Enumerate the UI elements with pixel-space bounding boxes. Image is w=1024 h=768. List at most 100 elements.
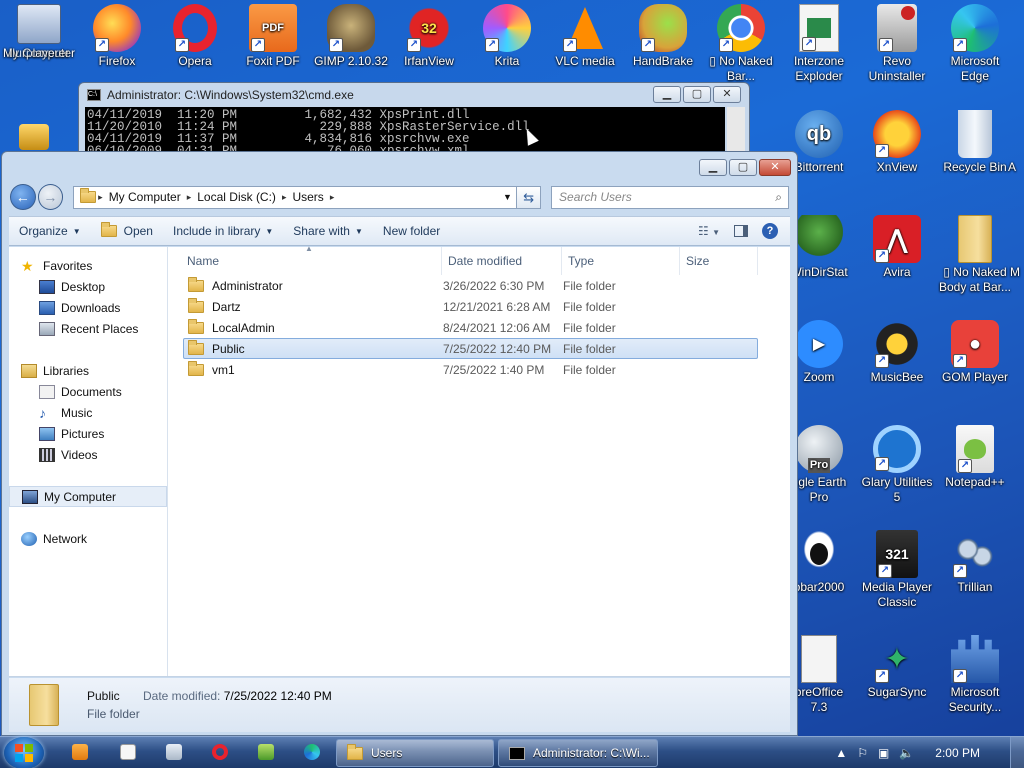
search-input[interactable]: Search Users ⌕ [551,185,789,209]
desktop-icon-my-computer[interactable]: My Computer IIurplayerer [0,4,78,61]
nav-downloads[interactable]: Downloads [9,297,167,318]
flag-notification-icon[interactable]: ⚐ [857,746,868,760]
file-row[interactable]: LocalAdmin 8/24/2021 12:06 AM File folder [183,317,758,338]
document-pin-icon[interactable] [166,744,182,760]
show-desktop-button[interactable] [1010,737,1024,768]
pin-app-icon[interactable] [258,744,274,760]
file-row[interactable]: Administrator 3/26/2022 6:30 PM File folde… [183,275,758,296]
firefox-icon: ↗ [93,4,141,52]
folder-icon [188,360,204,376]
desktop-icon-avira[interactable]: ⋀ ↗ Avira [858,215,936,280]
minimize-button[interactable]: ▁ [699,159,727,176]
gom-player-icon: ● ↗ [951,320,999,368]
close-button[interactable]: ✕ [759,159,791,176]
desktop-icon-handbrake[interactable]: ↗ HandBrake [624,4,702,69]
desktop-icon-trillian[interactable]: ↗ Trillian [936,530,1014,595]
document-icon: ↗ [799,4,839,52]
desktop-icon-firefox[interactable]: ↗ Firefox [78,4,156,69]
explorer-window[interactable]: ▁ ▢ ✕ ← → ▸ My Computer ▸ Local Disk (C:… [1,151,798,736]
chevron-down-icon: ▼ [265,226,274,236]
desktop-icon-media-player-classic[interactable]: 321 ↗ Media Player Classic [858,530,936,610]
downloads-icon [39,300,55,315]
desktop-icon-musicbee[interactable]: ↗ MusicBee [858,320,936,385]
desktop-icon-foxit-pdf[interactable]: PDF ↗ Foxit PDF [234,4,312,69]
file-type: File folder [563,341,616,356]
taskbar-cmd[interactable]: Administrator: C:\Wi... [498,739,658,767]
nav-network[interactable]: Network [9,528,167,549]
nav-libraries[interactable]: Libraries [9,360,167,381]
desktop-icon-opera[interactable]: ↗ Opera [156,4,234,69]
nav-music[interactable]: ♪ Music [9,402,167,423]
desktop-icon-label: Classic [877,595,917,609]
refresh-button[interactable]: ⇆ [517,185,542,209]
desktop-icon-chrome[interactable]: ↗ ▯ No Naked Bar... [702,4,780,84]
close-button[interactable]: ✕ [713,86,741,103]
cmd-window[interactable]: C:\ Administrator: C:\Windows\System32\c… [78,82,750,160]
desktop-icon-sugarsync[interactable]: ✦ ↗ SugarSync [858,635,936,700]
desktop-icon-notepad-plus[interactable]: ↗ Notepad++ [936,425,1014,490]
desktop-icon-cut-a[interactable]: A [1000,110,1024,175]
preview-pane-icon[interactable] [734,225,748,237]
desktop-icon-revo[interactable]: ↗ Revo Uninstaller [858,4,936,84]
address-bar[interactable]: ▸ My Computer ▸ Local Disk (C:) ▸ Users … [73,185,518,209]
minimize-button[interactable]: ▁ [653,86,681,103]
organize-button[interactable]: Organize ▼ [9,224,91,238]
nav-pictures[interactable]: Pictures [9,423,167,444]
maximize-button[interactable]: ▢ [729,159,757,176]
chevron-down-icon[interactable]: ▼ [498,192,516,202]
volume-icon[interactable]: 🔈 [899,746,914,760]
desktop-icon-interzone[interactable]: ↗ Interzone Exploder [780,4,858,84]
open-button[interactable]: Open [91,222,163,238]
desktop-icon-vlc[interactable]: ↗ VLC media [546,4,624,69]
share-with-button[interactable]: Share with ▼ [283,224,373,238]
new-folder-button[interactable]: New folder [373,224,450,238]
column-size[interactable]: Size [680,247,758,275]
desktop-icon-lock[interactable] [4,110,64,152]
nav-label: Desktop [61,279,106,294]
nav-recent-places[interactable]: Recent Places [9,318,167,339]
nav-desktop[interactable]: Desktop [9,276,167,297]
view-options-icon[interactable]: ☷ ▼ [698,224,720,238]
cmd-titlebar[interactable]: C:\ Administrator: C:\Windows\System32\c… [79,83,749,107]
opera-pin-icon[interactable] [212,744,228,760]
glary-utilities-icon: ↗ [873,425,921,473]
desktop-icon-cut-m[interactable]: M [1006,215,1024,280]
breadcrumb-users[interactable]: Users [292,190,323,204]
media-player-pin-icon[interactable] [72,744,88,760]
edge-pin-icon[interactable] [304,744,320,760]
include-in-library-button[interactable]: Include in library ▼ [163,224,283,238]
nav-my-computer[interactable]: My Computer [9,486,167,507]
chevron-up-icon[interactable]: ▲ [835,746,847,760]
column-date-modified[interactable]: Date modified [442,247,562,275]
desktop-icon-gom-player[interactable]: ● ↗ GOM Player [936,320,1014,385]
desktop-icon-no-naked-body[interactable]: ▯ No Naked Body at Bar... [936,215,1014,295]
back-button[interactable]: ← [10,184,36,210]
file-row-selected[interactable]: Public 7/25/2022 12:40 PM File folder [183,338,758,359]
notepad-pin-icon[interactable] [120,744,136,760]
start-button[interactable] [4,737,44,768]
nav-documents[interactable]: Documents [9,381,167,402]
nav-videos[interactable]: Videos [9,444,167,465]
desktop-icon-glary-utilities[interactable]: ↗ Glary Utilities 5 [858,425,936,505]
breadcrumb-local-disk[interactable]: Local Disk (C:) [197,190,276,204]
clock[interactable]: 2:00 PM [935,746,980,760]
desktop-icon-edge[interactable]: ↗ Microsoft Edge [936,4,1014,84]
toolbar-right: ☷ ▼ ? [698,223,790,239]
desktop-icon-irfanview[interactable]: 32 ↗ IrfanView [390,4,468,69]
help-icon[interactable]: ? [762,223,778,239]
desktop-icon-krita[interactable]: ↗ Krita [468,4,546,69]
column-type[interactable]: Type [562,247,680,275]
desktop-icon-microsoft-security[interactable]: ↗ Microsoft Security... [936,635,1014,715]
breadcrumb-my-computer[interactable]: My Computer [109,190,181,204]
file-row[interactable]: Dartz 12/21/2021 6:28 AM File folder [183,296,758,317]
network-tray-icon[interactable]: ▣ [878,746,889,760]
new-folder-label: New folder [382,224,441,238]
taskbar-explorer-users[interactable]: Users [336,739,494,767]
file-row[interactable]: vm1 7/25/2022 1:40 PM File folder [183,359,758,380]
nav-favorites[interactable]: ★ Favorites [9,255,167,276]
desktop-icon-label: Trillian [957,580,993,594]
desktop-icon-gimp[interactable]: ↗ GIMP 2.10.32 [312,4,390,69]
maximize-button[interactable]: ▢ [683,86,711,103]
forward-button[interactable]: → [37,184,64,210]
desktop-icon-xnview[interactable]: ↗ XnView [858,110,936,175]
